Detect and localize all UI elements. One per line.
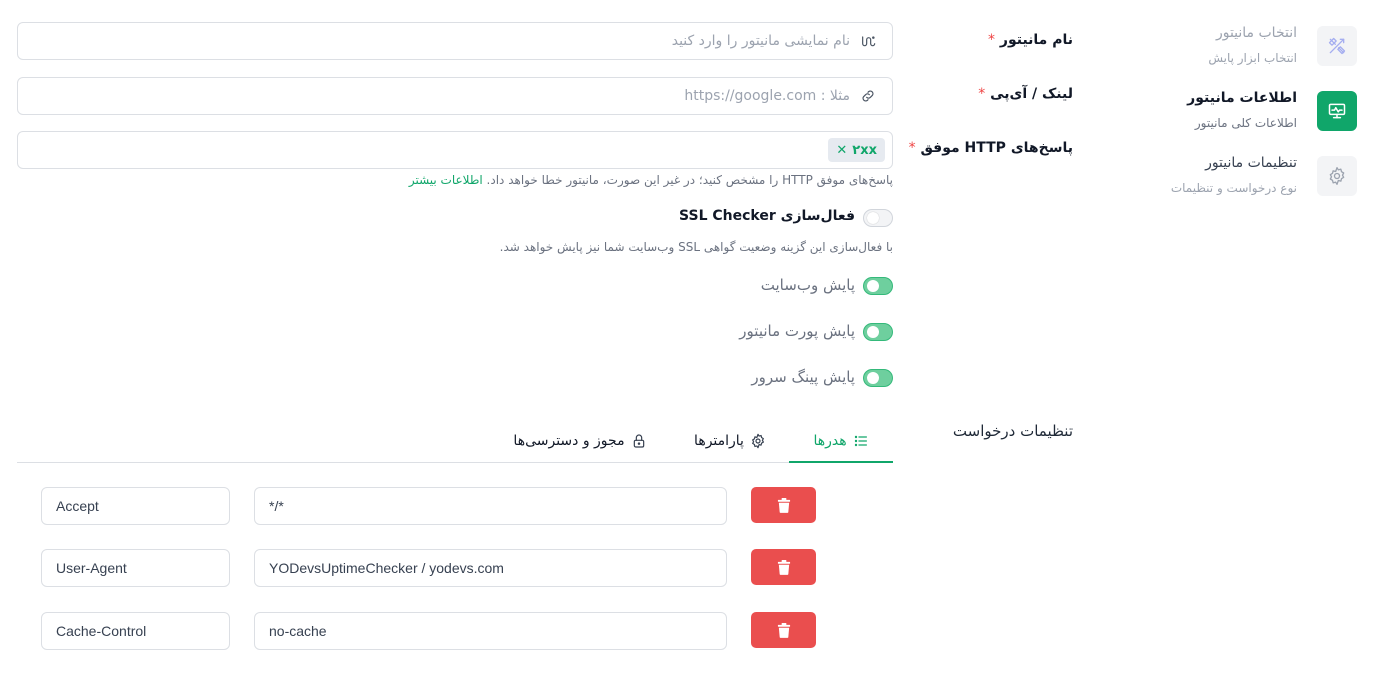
delete-header-button[interactable] [751,549,816,585]
gear-icon [1329,167,1345,185]
website-check-label: پایش وب‌سایت [760,276,855,294]
delete-header-button[interactable] [751,612,816,648]
more-info-link[interactable]: اطلاعات بیشتر [409,173,483,187]
trash-icon [777,622,790,638]
http-success-label: پاسخ‌های HTTP موفق * [909,140,1073,156]
list-icon [854,435,867,446]
required-mark: * [978,86,986,102]
toggle-knob [867,212,879,224]
port-check-label: پایش پورت مانیتور [739,322,855,340]
tab-label: پارامترها [694,433,744,449]
tag-icon [862,36,876,47]
monitor-url-field[interactable]: مثلا : https://google.com [17,77,893,115]
remove-tag-icon[interactable]: ✕ [836,143,847,158]
gear-icon [752,433,764,449]
label-text: نام مانیتور [999,32,1073,48]
website-check-toggle[interactable] [863,277,893,295]
step-select-monitor-icon-box[interactable] [1317,26,1357,66]
header-key-input[interactable]: Accept [41,487,230,525]
step-subtitle: انتخاب ابزار پایش [1208,51,1297,65]
header-key-input[interactable]: User-Agent [41,549,230,587]
tools-icon [1328,37,1346,55]
monitor-url-label: لینک / آی‌پی * [978,86,1073,102]
step-monitor-settings-icon-box[interactable] [1317,156,1357,196]
step-title: اطلاعات مانیتور [1187,90,1297,106]
http-success-field[interactable]: ۲xx ✕ [17,131,893,169]
label-text: تنظیمات درخواست [952,422,1073,440]
monitor-icon [1328,103,1346,119]
tab-label: هدرها [813,432,847,449]
ssl-checker-toggle[interactable] [863,209,893,227]
step-subtitle: نوع درخواست و تنظیمات [1170,181,1297,195]
toggle-knob [867,372,879,384]
ssl-checker-help: با فعال‌سازی این گزینه وضعیت گواهی SSL و… [499,240,893,254]
link-icon [862,90,874,102]
toggle-knob [867,280,879,292]
step-monitor-info-icon-box[interactable] [1317,91,1357,131]
tab-label: مجوز و دسترسی‌ها [513,433,625,449]
http-tag-text: ۲xx [852,142,877,158]
monitor-name-placeholder: نام نمایشی مانیتور را وارد کنید [671,33,850,49]
port-check-toggle[interactable] [863,323,893,341]
label-text: پاسخ‌های HTTP موفق [920,140,1073,156]
help-text: پاسخ‌های موفق HTTP را مشخص کنید؛ در غیر … [486,173,893,187]
http-tag: ۲xx ✕ [828,138,885,162]
monitor-name-field[interactable]: نام نمایشی مانیتور را وارد کنید [17,22,893,60]
ping-check-toggle[interactable] [863,369,893,387]
tab-parameters[interactable]: پارامترها [680,420,780,462]
required-mark: * [988,32,996,48]
header-value-input[interactable]: no-cache [254,612,727,650]
tab-headers[interactable]: هدرها [789,420,893,463]
ping-check-label: پایش پینگ سرور [751,368,855,386]
monitor-name-label: نام مانیتور * [988,32,1073,48]
monitor-url-placeholder: مثلا : https://google.com [684,88,850,104]
tabs-divider [17,462,893,463]
http-success-help: پاسخ‌های موفق HTTP را مشخص کنید؛ در غیر … [409,173,893,187]
delete-header-button[interactable] [751,487,816,523]
header-value-input[interactable]: YODevsUptimeChecker / yodevs.com [254,549,727,587]
header-value-input[interactable]: */* [254,487,727,525]
request-settings-label: تنظیمات درخواست [953,422,1073,440]
step-title: تنظیمات مانیتور [1205,155,1297,171]
required-mark: * [908,140,916,156]
trash-icon [777,559,790,575]
step-monitor-settings[interactable]: تنظیمات مانیتور نوع درخواست و تنظیمات [1171,154,1297,196]
step-select-monitor[interactable]: انتخاب مانیتور انتخاب ابزار پایش [1208,24,1297,66]
lock-icon [633,434,644,448]
ssl-checker-label: فعال‌سازی SSL Checker [679,208,855,224]
toggle-knob [867,326,879,338]
label-text: لینک / آی‌پی [990,86,1073,102]
tab-auth[interactable]: مجوز و دسترسی‌ها [500,420,660,462]
step-subtitle: اطلاعات کلی مانیتور [1194,116,1297,130]
header-key-input[interactable]: Cache-Control [41,612,230,650]
step-title: انتخاب مانیتور [1215,25,1297,41]
trash-icon [777,497,790,513]
step-monitor-info[interactable]: اطلاعات مانیتور اطلاعات کلی مانیتور [1187,89,1297,131]
